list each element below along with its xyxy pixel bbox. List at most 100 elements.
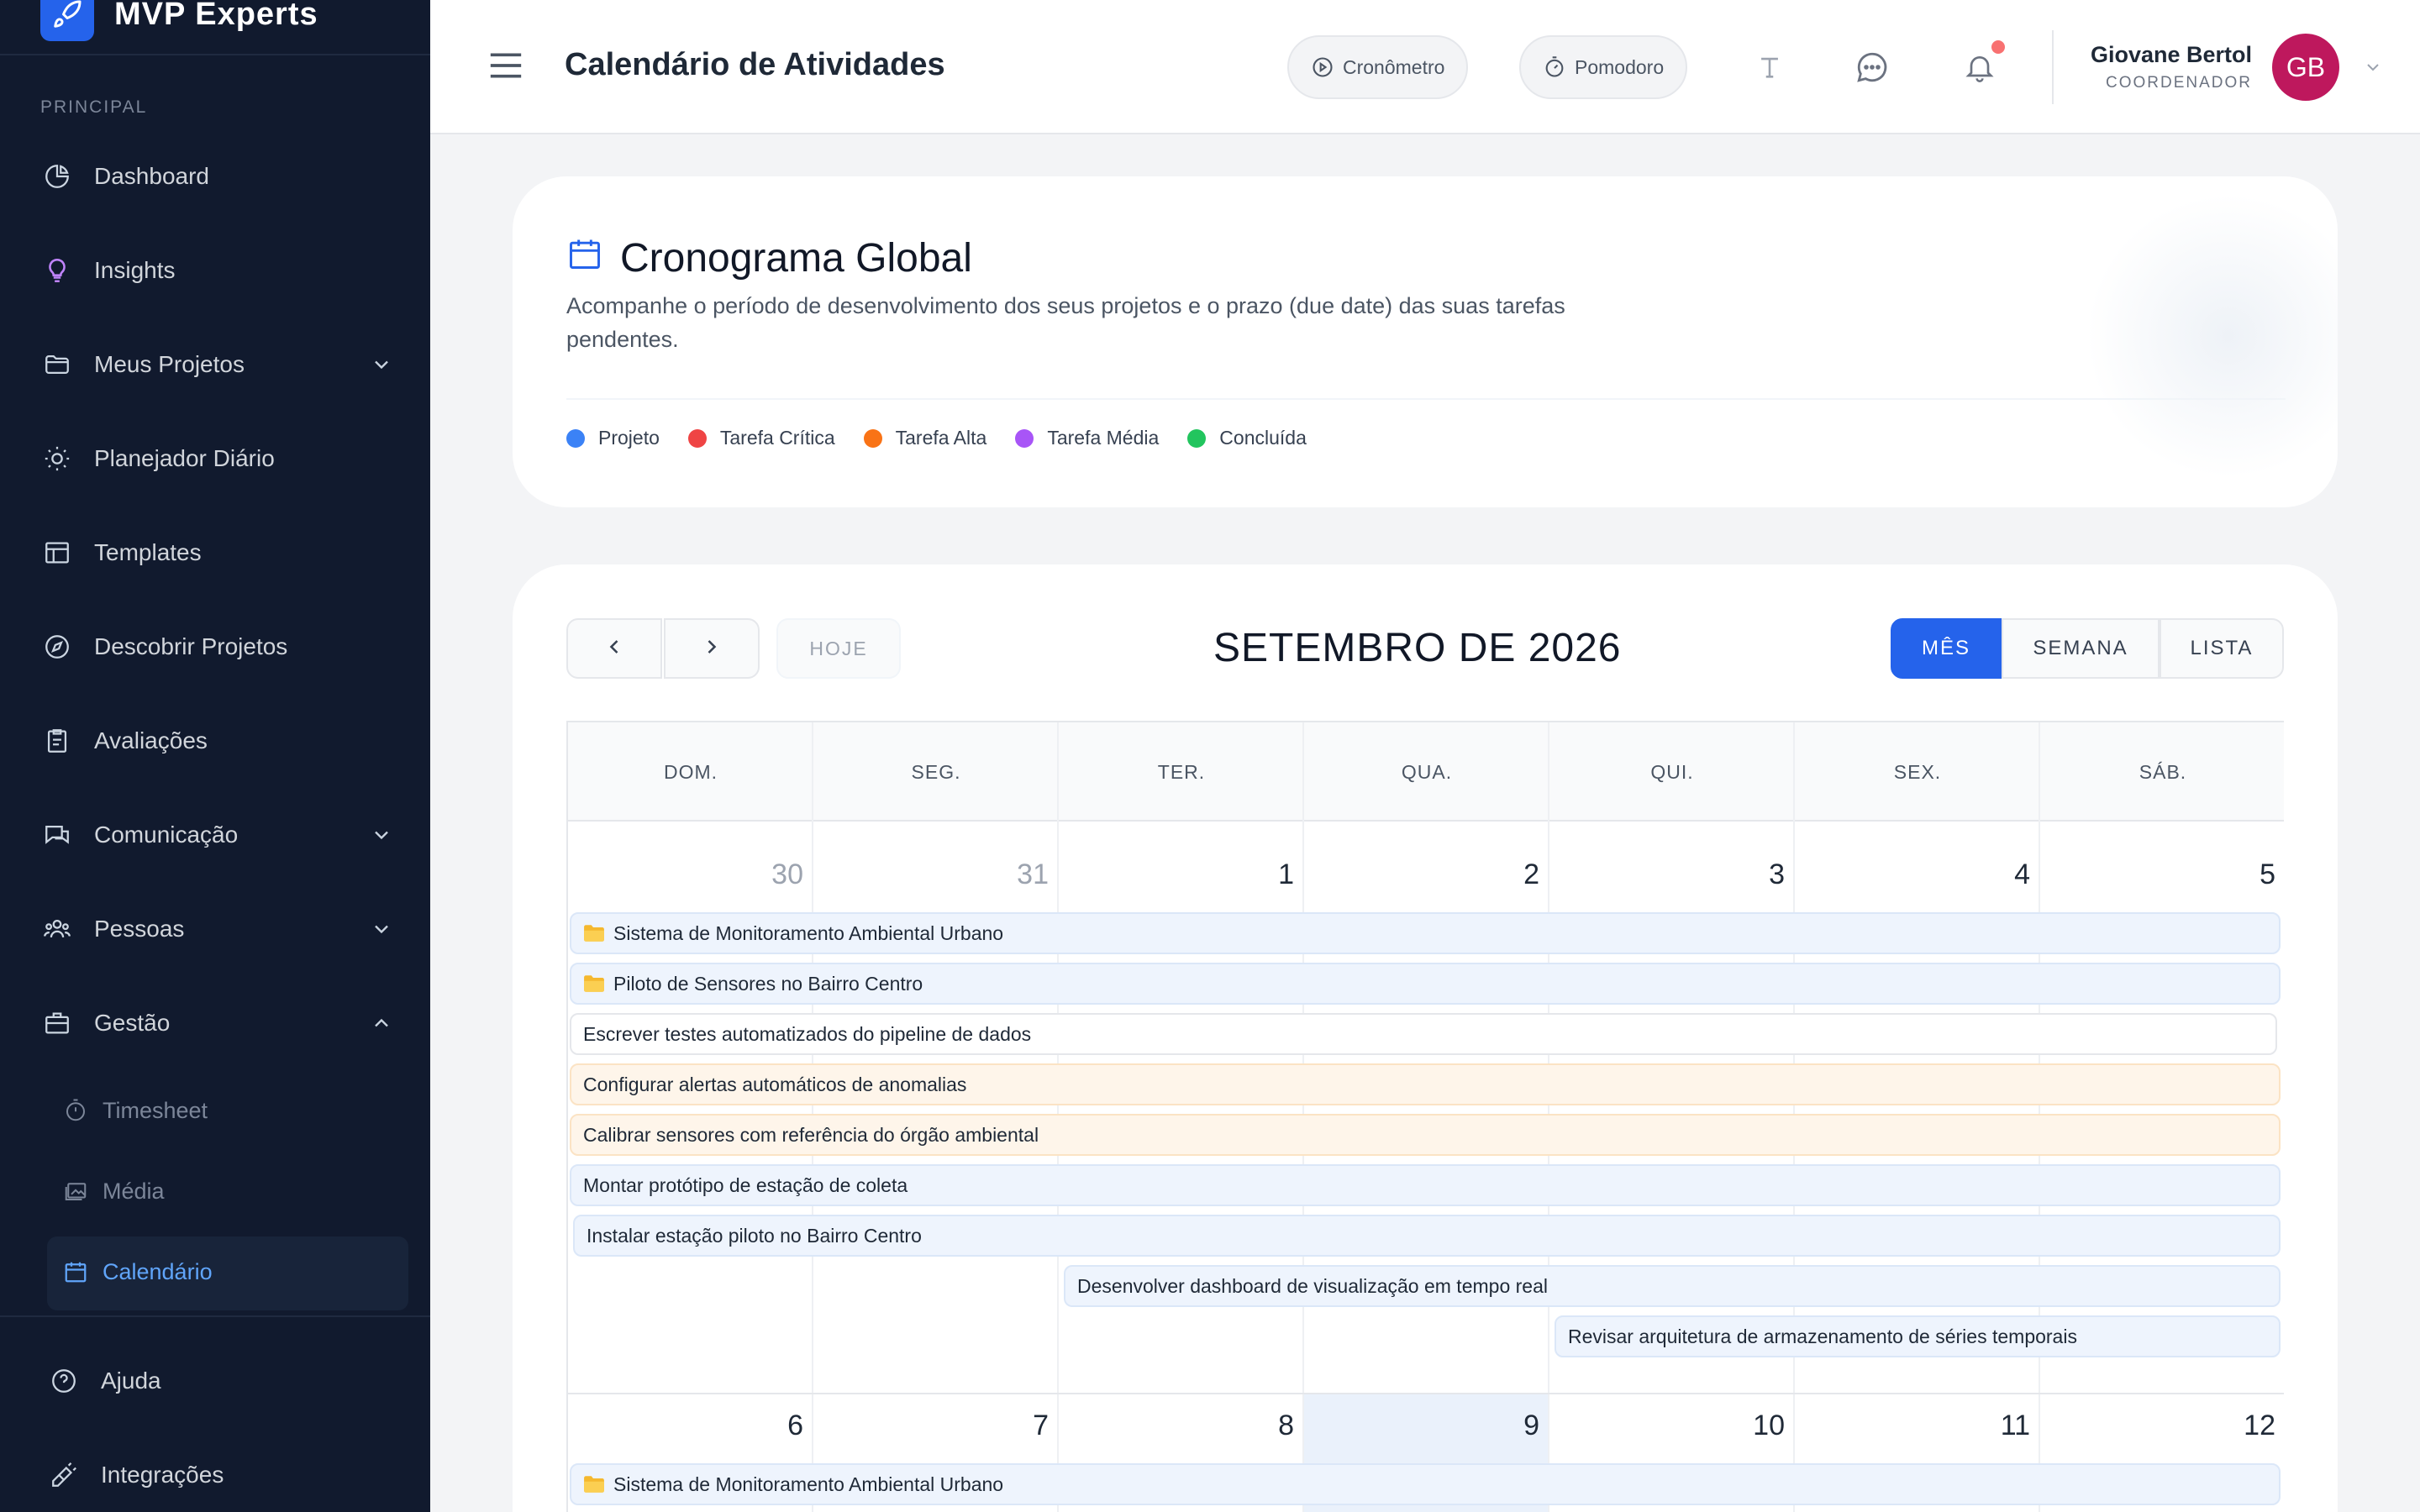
event-label: Sistema de Monitoramento Ambiental Urban…	[613, 921, 1004, 944]
brand: MVP Experts	[0, 0, 430, 55]
sidebar-item-ajuda[interactable]: Ajuda	[47, 1356, 400, 1406]
sidebar-subitem-label: Calendário	[103, 1258, 213, 1284]
divider	[566, 398, 2286, 400]
chat-icon	[40, 818, 74, 852]
chevron-down-icon[interactable]	[2363, 57, 2383, 81]
legend-label: Tarefa Média	[1047, 427, 1160, 449]
sidebar-item-label: Planejador Diário	[94, 445, 275, 471]
sidebar-item-meus-projetos[interactable]: Meus Projetos	[40, 339, 393, 390]
bell-icon[interactable]	[1960, 47, 2000, 87]
folder-icon	[40, 348, 74, 381]
day-number[interactable]: 1	[1059, 858, 1294, 891]
day-number[interactable]: 3	[1549, 858, 1785, 891]
sidebar-item-planejador-diario[interactable]: Planejador Diário	[40, 433, 393, 484]
legend-item-projeto: Projeto	[566, 427, 660, 449]
today-button[interactable]: HOJE	[776, 618, 901, 679]
calendar-title: SETEMBRO DE 2026	[1213, 626, 1622, 670]
day-number[interactable]: 7	[813, 1410, 1049, 1442]
sidebar-item-label: Pessoas	[94, 916, 185, 942]
day-number[interactable]: 6	[568, 1410, 803, 1442]
sidebar-item-avaliacoes[interactable]: Avaliações	[40, 716, 393, 766]
event-label: Sistema de Monitoramento Ambiental Urban…	[613, 1473, 1004, 1495]
overview-card: Cronograma Global Acompanhe o período de…	[513, 176, 2338, 507]
sidebar-item-insights[interactable]: Insights	[40, 245, 393, 296]
day-number[interactable]: 9	[1304, 1410, 1539, 1442]
sidebar-item-label: Avaliações	[94, 727, 208, 753]
chevron-down-icon[interactable]	[370, 823, 393, 853]
sidebar-subitem-label: Média	[103, 1178, 165, 1204]
calendar-event-high[interactable]: Calibrar sensores com referência do órgã…	[570, 1114, 2281, 1156]
pomodoro-button[interactable]: Pomodoro	[1519, 35, 1688, 99]
chevron-right-icon	[700, 635, 723, 663]
weekday-label: SÁB.	[2139, 760, 2187, 783]
sidebar-item-pessoas[interactable]: Pessoas	[40, 904, 393, 954]
calendar-event-project[interactable]: Sistema de Monitoramento Ambiental Urban…	[570, 1463, 2281, 1505]
brand-name[interactable]: MVP Experts	[114, 0, 318, 33]
sidebar-item-label: Meus Projetos	[94, 351, 245, 377]
day-number[interactable]: 8	[1059, 1410, 1294, 1442]
day-number[interactable]: 12	[2040, 1410, 2275, 1442]
sidebar-item-label: Dashboard	[94, 163, 209, 189]
sidebar-item-comunicacao[interactable]: Comunicação	[40, 810, 393, 860]
calendar-event-task[interactable]: Instalar estação piloto no Bairro Centro	[573, 1215, 2281, 1257]
event-label: Escrever testes automatizados do pipelin…	[583, 1022, 1032, 1045]
day-number[interactable]: 10	[1549, 1410, 1785, 1442]
pomodoro-label: Pomodoro	[1575, 55, 1665, 78]
sidebar-item-label: Templates	[94, 539, 202, 565]
event-label: Piloto de Sensores no Bairro Centro	[613, 972, 923, 995]
prev-month-button[interactable]	[566, 618, 662, 679]
event-label: Montar protótipo de estação de coleta	[583, 1173, 908, 1196]
cronometro-button[interactable]: Cronômetro	[1287, 35, 1469, 99]
chevron-down-icon[interactable]	[370, 917, 393, 947]
calendar-event-task[interactable]: Revisar arquitetura de armazenamento de …	[1555, 1315, 2281, 1357]
calendar-icon	[60, 1257, 91, 1287]
sidebar-item-templates[interactable]: Templates	[40, 528, 393, 578]
calendar-event-task[interactable]: Desenvolver dashboard de visualização em…	[1064, 1265, 2281, 1307]
page-title: Calendário de Atividades	[565, 47, 945, 82]
next-month-button[interactable]	[664, 618, 760, 679]
sidebar-subitem-media[interactable]: Média	[60, 1166, 397, 1216]
overview-title: Cronograma Global	[620, 236, 972, 281]
calendar-event-project[interactable]: Piloto de Sensores no Bairro Centro	[570, 963, 2281, 1005]
day-number[interactable]: 4	[1795, 858, 2030, 891]
event-label: Instalar estação piloto no Bairro Centro	[587, 1224, 922, 1247]
text-size-icon[interactable]	[1749, 47, 1790, 87]
calendar-event-high[interactable]: Configurar alertas automáticos de anomal…	[570, 1063, 2281, 1105]
user-role: COORDENADOR	[2105, 74, 2252, 92]
legend-item-concluida: Concluída	[1187, 427, 1307, 449]
plug-icon	[47, 1458, 81, 1492]
calendar-event-task[interactable]: Montar protótipo de estação de coleta	[570, 1164, 2281, 1206]
avatar[interactable]: GB	[2272, 34, 2339, 101]
legend-dot	[566, 428, 585, 448]
day-number[interactable]: 31	[813, 858, 1049, 891]
view-month-button[interactable]: MÊS	[1891, 618, 2002, 679]
notification-dot	[1991, 40, 2005, 54]
cronometro-label: Cronômetro	[1343, 55, 1445, 78]
legend-label: Tarefa Crítica	[719, 427, 835, 449]
sun-icon	[40, 442, 74, 475]
sidebar-subitem-calendario[interactable]: Calendário	[60, 1247, 397, 1297]
calendar-event-project[interactable]: Sistema de Monitoramento Ambiental Urban…	[570, 912, 2281, 954]
sidebar-item-gestao[interactable]: Gestão	[40, 998, 393, 1048]
calendar-event-task[interactable]: Escrever testes automatizados do pipelin…	[570, 1013, 2277, 1055]
view-list-button[interactable]: LISTA	[2160, 618, 2284, 679]
view-week-button[interactable]: SEMANA	[2002, 618, 2160, 679]
user-name[interactable]: Giovane Bertol	[2091, 42, 2252, 68]
sidebar-item-dashboard[interactable]: Dashboard	[40, 151, 393, 202]
sidebar-item-label: Gestão	[94, 1010, 171, 1036]
sidebar-item-integracoes[interactable]: Integrações	[47, 1450, 400, 1500]
day-number[interactable]: 2	[1304, 858, 1539, 891]
legend-item-tarefa-critica: Tarefa Crítica	[687, 427, 835, 449]
menu-icon[interactable]	[487, 49, 524, 87]
sidebar-subitem-timesheet[interactable]: Timesheet	[60, 1085, 397, 1136]
rocket-icon[interactable]	[40, 0, 94, 41]
day-number[interactable]: 30	[568, 858, 803, 891]
sidebar-item-descobrir-projetos[interactable]: Descobrir Projetos	[40, 622, 393, 672]
day-number[interactable]: 5	[2040, 858, 2275, 891]
chevron-up-icon[interactable]	[370, 1011, 393, 1041]
weekday-label: QUI.	[1650, 760, 1694, 783]
chat-bubble-icon[interactable]	[1852, 47, 1892, 87]
sidebar-divider	[0, 1315, 430, 1317]
day-number[interactable]: 11	[1795, 1410, 2030, 1442]
chevron-down-icon[interactable]	[370, 353, 393, 382]
